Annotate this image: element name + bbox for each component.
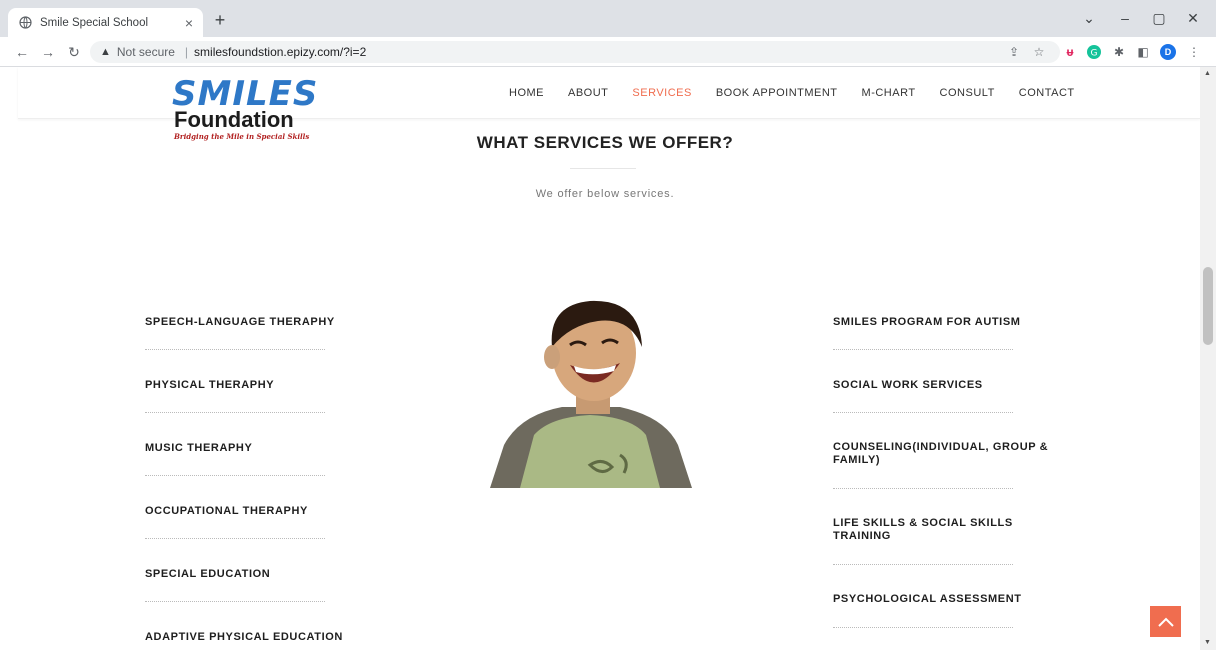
forward-icon[interactable]: → xyxy=(40,44,56,60)
logo-subtitle: Foundation xyxy=(174,107,294,132)
tab-title: Smile Special School xyxy=(40,16,149,29)
service-item: PSYCHOLOGICAL ASSESSMENT xyxy=(833,593,1022,605)
service-item: SMILES PROGRAM FOR AUTISM xyxy=(833,316,1021,328)
dotted-divider xyxy=(833,488,1013,490)
dotted-divider xyxy=(833,564,1013,566)
nav-book-appointment[interactable]: BOOK APPOINTMENT xyxy=(716,87,838,99)
nav-contact[interactable]: CONTACT xyxy=(1019,87,1075,99)
section-subtitle: We offer below services. xyxy=(535,188,675,200)
tab-search-chevron-icon[interactable]: ⌄ xyxy=(1080,10,1098,27)
extensions-puzzle-icon[interactable]: ✱ xyxy=(1111,44,1127,60)
scroll-up-arrow-icon[interactable]: ▲ xyxy=(1204,70,1211,77)
share-icon[interactable]: ⇪ xyxy=(1006,44,1022,60)
close-window-icon[interactable]: ✕ xyxy=(1184,10,1202,27)
laughing-child-image xyxy=(490,300,692,488)
logo-title: SMILES xyxy=(172,74,319,114)
browser-tab[interactable]: Smile Special School × xyxy=(8,8,203,37)
pocket-extension-icon[interactable]: ᵾ xyxy=(1062,44,1078,60)
browser-tab-strip: Smile Special School × + ⌄ – ▢ ✕ xyxy=(0,0,1216,37)
not-secure-label: Not secure xyxy=(116,45,175,59)
service-item: ADAPTIVE PHYSICAL EDUCATION xyxy=(145,631,343,643)
menu-kebab-icon[interactable]: ⋮ xyxy=(1186,44,1202,60)
svg-text:G: G xyxy=(1091,49,1098,59)
dotted-divider xyxy=(833,412,1013,414)
nav-consult[interactable]: CONSULT xyxy=(940,87,995,99)
service-item: SPECIAL EDUCATION xyxy=(145,568,271,580)
back-icon[interactable]: ← xyxy=(14,44,30,60)
service-item: MUSIC THERAPHY xyxy=(145,442,253,454)
dotted-divider xyxy=(145,412,325,414)
globe-icon xyxy=(18,16,32,30)
section-title: WHAT SERVICES WE OFFER? xyxy=(476,133,734,152)
service-item: PHYSICAL THERAPHY xyxy=(145,379,275,391)
dotted-divider xyxy=(833,627,1013,629)
title-divider xyxy=(570,168,636,169)
tab-close-icon[interactable]: × xyxy=(185,15,193,31)
service-item: SOCIAL WORK SERVICES xyxy=(833,379,983,391)
address-divider: | xyxy=(184,45,189,59)
service-item: SPEECH-LANGUAGE THERAPHY xyxy=(145,316,335,328)
reload-icon[interactable]: ↻ xyxy=(66,44,82,61)
bookmark-star-icon[interactable]: ☆ xyxy=(1031,44,1047,60)
grammarly-extension-icon[interactable]: G xyxy=(1086,44,1102,60)
back-to-top-button[interactable] xyxy=(1150,606,1181,637)
new-tab-button[interactable]: + xyxy=(210,10,230,30)
page-viewport: SMILES Foundation Bridging the Mile in S… xyxy=(0,67,1200,650)
site-logo[interactable]: SMILES Foundation Bridging the Mile in S… xyxy=(172,74,319,141)
service-item: OCCUPATIONAL THERAPHY xyxy=(145,505,308,517)
warning-icon: ▲ xyxy=(100,46,111,58)
dotted-divider xyxy=(145,475,325,477)
dotted-divider xyxy=(145,601,325,603)
nav-m-chart[interactable]: M-CHART xyxy=(862,87,916,99)
restore-icon[interactable]: ▢ xyxy=(1150,10,1168,27)
page-scrollbar[interactable]: ▲ ▼ xyxy=(1200,67,1216,650)
address-bar[interactable]: ▲ Not secure | smilesfoundstion.epizy.co… xyxy=(90,41,1060,63)
scroll-down-arrow-icon[interactable]: ▼ xyxy=(1204,639,1211,646)
side-panel-icon[interactable]: ◧ xyxy=(1135,44,1151,60)
url-text: smilesfoundstion.epizy.com/?i=2 xyxy=(194,45,367,59)
browser-toolbar: ← → ↻ ▲ Not secure | smilesfoundstion.ep… xyxy=(0,37,1216,67)
service-item: LIFE SKILLS & SOCIAL SKILLS TRAINING xyxy=(833,517,1013,542)
minimize-icon[interactable]: – xyxy=(1116,10,1134,26)
nav-about[interactable]: ABOUT xyxy=(568,87,608,99)
service-item: COUNSELING(INDIVIDUAL, GROUP & FAMILY) xyxy=(833,441,1049,466)
nav-services[interactable]: SERVICES xyxy=(632,87,691,99)
dotted-divider xyxy=(833,349,1013,351)
main-nav: HOME ABOUT SERVICES BOOK APPOINTMENT M-C… xyxy=(509,87,1099,99)
profile-initial: D xyxy=(1164,47,1172,57)
chevron-up-icon xyxy=(1157,617,1174,627)
dotted-divider xyxy=(145,538,325,540)
nav-home[interactable]: HOME xyxy=(509,87,544,99)
dotted-divider xyxy=(145,349,325,351)
scrollbar-thumb[interactable] xyxy=(1203,267,1213,345)
